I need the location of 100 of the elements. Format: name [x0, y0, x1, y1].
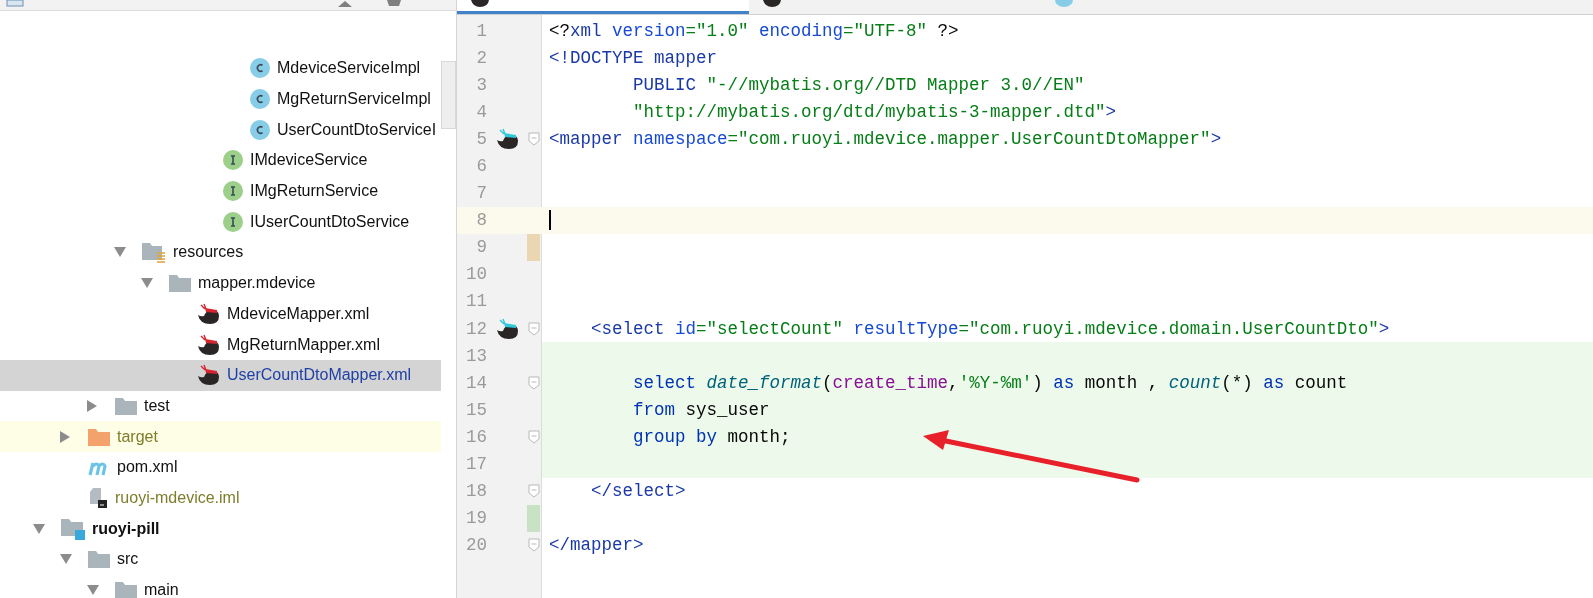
- tree-item[interactable]: resources: [0, 237, 441, 268]
- tree-label: main: [144, 581, 179, 598]
- tree-item[interactable]: MdeviceServiceImpl: [0, 53, 441, 84]
- line-number: 20: [465, 534, 487, 558]
- code-line: <mapper namespace="com.ruoyi.mdevice.mapper.UserCountDtoMapper">: [549, 128, 1222, 149]
- fold-icon[interactable]: [528, 538, 540, 553]
- tree-item[interactable]: mapper.mdevice: [0, 267, 441, 299]
- line-number: 1: [475, 19, 487, 43]
- bird-icon: [195, 302, 221, 325]
- expanded-arrow-icon[interactable]: [86, 584, 100, 597]
- line-number: 11: [465, 290, 487, 314]
- resources-folder-icon: [141, 241, 167, 264]
- tree-item[interactable]: main: [0, 574, 441, 598]
- scrollbar-thumb[interactable]: [441, 61, 456, 129]
- tree-item[interactable]: IMgReturnService: [0, 175, 441, 207]
- text-caret: [549, 210, 551, 231]
- interface-icon: [222, 149, 244, 172]
- module-icon: [60, 516, 86, 541]
- line-number: 8: [475, 209, 487, 233]
- line-number: 18: [465, 480, 487, 504]
- tree-label: MdeviceServiceImpl: [277, 59, 421, 78]
- added-marker[interactable]: [527, 504, 540, 532]
- collapsed-arrow-icon[interactable]: [86, 398, 98, 413]
- tree-item[interactable]: test: [0, 390, 441, 422]
- tree-item[interactable]: ruoyi-mdevice.iml: [0, 482, 441, 514]
- tree-label: MgReturnMapper.xml: [227, 335, 380, 354]
- tree-label: MdeviceMapper.xml: [227, 304, 370, 323]
- tree-label: IMdeviceService: [250, 151, 368, 170]
- line-number: 10: [465, 263, 487, 287]
- code-line: PUBLIC "-//mybatis.org//DTD Mapper 3.0//EN": [632, 74, 1085, 95]
- collapse-icon[interactable]: [337, 0, 353, 8]
- expanded-arrow-icon[interactable]: [32, 522, 46, 535]
- interface-icon: [222, 210, 244, 233]
- folder-icon: [87, 426, 111, 447]
- code-line: from sys_user: [632, 399, 770, 420]
- modified-marker[interactable]: [527, 233, 540, 261]
- tree-item[interactable]: MdeviceMapper.xml: [0, 298, 441, 330]
- code-line: </mapper>: [549, 535, 644, 556]
- settings-icon[interactable]: [384, 0, 404, 8]
- code-line: group by month;: [632, 426, 791, 447]
- expanded-arrow-icon[interactable]: [140, 277, 154, 290]
- fold-icon[interactable]: [528, 429, 540, 444]
- line-number: 13: [465, 344, 487, 368]
- tree-item[interactable]: pom.xml: [0, 451, 441, 483]
- tree-label: src: [117, 550, 139, 569]
- tree-item[interactable]: src: [0, 544, 441, 575]
- line-number: 14: [465, 371, 487, 395]
- tree-label: test: [144, 396, 170, 415]
- code-line: <select id="selectCount" resultType="com.ruoyi.mdevice.domain.UserCountDto">: [590, 318, 1390, 339]
- line-number: 4: [475, 100, 487, 124]
- project-icon: [6, 0, 24, 8]
- collapsed-arrow-icon[interactable]: [59, 429, 71, 444]
- class-icon: [1053, 0, 1075, 8]
- folder-icon: [87, 549, 111, 570]
- tree-label: target: [117, 427, 158, 446]
- fold-icon[interactable]: [528, 375, 540, 390]
- code-line: select date_format(create_time,'%Y-%m') as month , count(*) as count: [632, 372, 1348, 393]
- line-number: 12: [465, 317, 487, 341]
- interface-icon: [222, 180, 244, 203]
- class-icon: [249, 88, 271, 111]
- tree-item[interactable]: ruoyi-pill: [0, 513, 441, 544]
- line-number: 17: [465, 453, 487, 477]
- fold-icon[interactable]: [528, 321, 540, 336]
- tree-label: ruoyi-pill: [92, 519, 160, 538]
- editor-tab[interactable]: [457, 0, 749, 14]
- class-icon: [249, 57, 271, 80]
- line-number: 2: [475, 46, 487, 70]
- tree-item[interactable]: MgReturnServiceImpl: [0, 83, 441, 115]
- bird-icon: [761, 0, 783, 8]
- code-line: <?xml version="1.0" encoding="UTF-8" ?>: [549, 20, 959, 41]
- tree-item[interactable]: UserCountDtoMapper.xml: [0, 359, 441, 391]
- tree-item[interactable]: UserCountDtoServiceI: [0, 114, 441, 146]
- tree-label: resources: [173, 243, 244, 262]
- tree-label: IUserCountDtoService: [250, 212, 410, 231]
- bird-icon: [469, 0, 491, 8]
- line-number: 6: [475, 155, 487, 178]
- tree-item[interactable]: IMdeviceService: [0, 145, 441, 176]
- expanded-arrow-icon[interactable]: [113, 246, 127, 259]
- fold-icon[interactable]: [528, 131, 540, 146]
- tree-item[interactable]: MgReturnMapper.xml: [0, 329, 441, 360]
- line-number: 7: [475, 182, 487, 206]
- tree-item[interactable]: IUserCountDtoService: [0, 206, 441, 238]
- fold-icon[interactable]: [528, 484, 540, 499]
- line-number: 15: [465, 398, 487, 422]
- tree-label: ruoyi-mdevice.iml: [115, 488, 240, 507]
- tree-label: IMgReturnService: [250, 182, 379, 201]
- folder-icon: [114, 395, 138, 416]
- tree-label: pom.xml: [117, 458, 178, 477]
- bird-icon: [195, 364, 221, 387]
- line-number: 3: [475, 73, 487, 97]
- code-line: "http://mybatis.org/dtd/mybatis-3-mapper.dtd">: [632, 101, 1117, 122]
- tree-item[interactable]: target: [0, 421, 441, 452]
- tree-label: mapper.mdevice: [198, 274, 316, 293]
- line-number: 5: [475, 127, 487, 151]
- tree-label: UserCountDtoMapper.xml: [227, 366, 412, 385]
- bird-icon: [195, 333, 221, 356]
- line-number: 9: [475, 236, 487, 260]
- expanded-arrow-icon[interactable]: [59, 553, 73, 566]
- code-line: <!DOCTYPE mapper: [549, 47, 718, 68]
- tree-label: UserCountDtoServiceI: [277, 120, 437, 139]
